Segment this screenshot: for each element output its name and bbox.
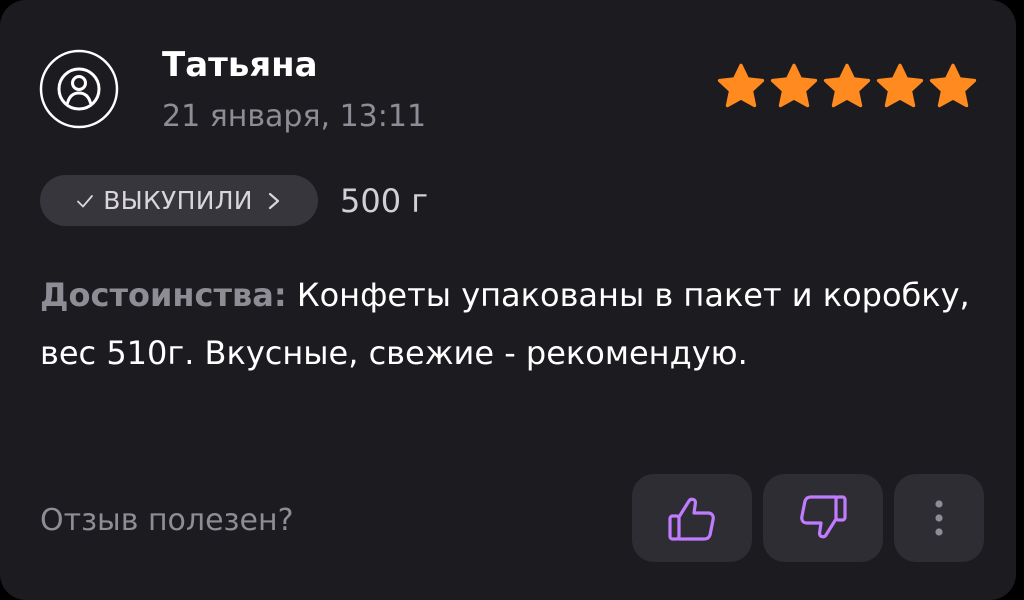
check-icon — [75, 191, 95, 211]
rating-stars — [716, 62, 978, 112]
star-icon — [822, 62, 872, 112]
star-icon — [769, 62, 819, 112]
review-author: Татьяна — [162, 45, 318, 85]
review-card: Татьяна 21 января, 13:11 ВЫКУПИЛИ 500 г … — [0, 0, 1016, 600]
more-vertical-icon — [935, 500, 943, 536]
thumbs-down-icon — [800, 495, 847, 539]
star-icon — [928, 62, 978, 112]
purchased-badge[interactable]: ВЫКУПИЛИ — [40, 175, 318, 226]
helpful-prompt: Отзыв полезен? — [40, 503, 294, 538]
thumbs-up-icon — [668, 497, 715, 541]
star-icon — [716, 62, 766, 112]
badge-label: ВЫКУПИЛИ — [103, 186, 253, 215]
more-options-button[interactable] — [894, 474, 984, 562]
review-date: 21 января, 13:11 — [162, 99, 427, 134]
product-variant: 500 г — [340, 182, 429, 220]
chevron-right-icon — [265, 191, 283, 211]
dislike-button[interactable] — [763, 474, 883, 562]
star-icon — [875, 62, 925, 112]
review-text: Достоинства: Конфеты упакованы в пакет и… — [40, 266, 970, 382]
like-button[interactable] — [632, 474, 752, 562]
user-avatar-icon — [38, 48, 120, 130]
pros-label: Достоинства: — [40, 276, 287, 314]
